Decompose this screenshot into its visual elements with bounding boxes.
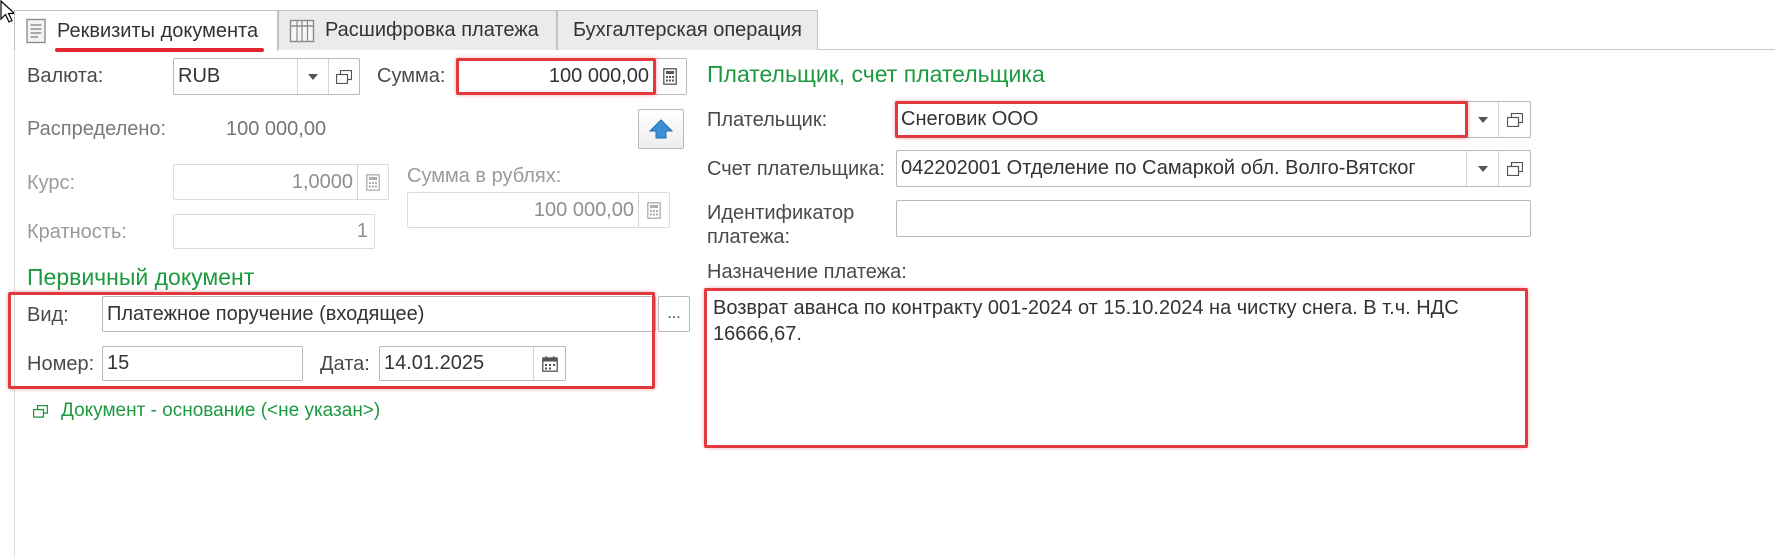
number-value: 15 <box>107 352 130 374</box>
amount-field[interactable]: 100 000,00 <box>456 58 687 95</box>
table-icon <box>289 19 315 43</box>
rate-value: 1,0000 <box>291 170 353 193</box>
amount-label: Сумма: <box>377 65 446 87</box>
payer-account-value: 042202001 Отделение по Самаркой обл. Вол… <box>901 157 1416 179</box>
multiplicity-field[interactable]: 1 <box>173 214 375 249</box>
multiplicity-value: 1 <box>356 220 368 242</box>
tab-accounting-operation[interactable]: Бухгалтерская операция <box>557 10 818 50</box>
number-label: Номер: <box>27 353 95 375</box>
currency-field[interactable]: RUB <box>173 58 360 95</box>
payer-value: Снеговик ООО <box>901 108 1039 130</box>
basis-document-link[interactable]: Документ - основание (<не указан>) <box>33 400 380 422</box>
tab-payment-breakdown[interactable]: Расшифровка платежа <box>278 10 557 50</box>
payer-account-label: Счет плательщика: <box>707 158 885 180</box>
document-kind-field[interactable]: Платежное поручение (входящее) <box>102 296 656 332</box>
primary-document-title: Первичный документ <box>27 264 255 290</box>
open-icon[interactable] <box>329 59 359 94</box>
calculator-icon[interactable] <box>654 59 686 94</box>
rate-label: Курс: <box>27 172 76 194</box>
payment-purpose-text[interactable]: Возврат аванса по контракту 001-2024 от … <box>713 295 1513 435</box>
number-field[interactable]: 15 <box>102 346 303 381</box>
chevron-down-icon[interactable] <box>1467 102 1498 137</box>
date-field[interactable]: 14.01.2025 <box>379 346 566 381</box>
open-icon[interactable] <box>1499 102 1530 137</box>
distributed-value: 100 000,00 <box>226 118 327 140</box>
select-kind-button[interactable]: ... <box>658 296 690 332</box>
payer-label: Плательщик: <box>707 109 828 131</box>
currency-value: RUB <box>178 65 221 87</box>
open-icon[interactable] <box>1499 151 1530 186</box>
payment-identifier-label-line2: платежа: <box>707 226 791 248</box>
arrow-up-icon <box>649 119 673 139</box>
calendar-icon[interactable] <box>534 347 565 380</box>
payer-account-field[interactable]: 042202001 Отделение по Самаркой обл. Вол… <box>896 150 1531 187</box>
calculator-icon[interactable] <box>358 165 388 199</box>
multiplicity-label: Кратность: <box>27 221 127 243</box>
payment-identifier-label-line1: Идентификатор <box>707 202 855 224</box>
tab-payment-breakdown-label: Расшифровка платежа <box>325 19 539 41</box>
payer-section-title: Плательщик, счет плательщика <box>707 61 1045 87</box>
kind-label: Вид: <box>27 304 69 326</box>
amount-value: 100 000,00 <box>548 65 649 87</box>
tab-accounting-operation-label: Бухгалтерская операция <box>573 19 802 41</box>
basis-document-link-text: Документ - основание (<не указан>) <box>61 400 381 421</box>
distribute-button[interactable] <box>638 109 684 149</box>
payment-purpose-label: Назначение платежа: <box>707 261 907 283</box>
ellipsis-icon: ... <box>667 305 681 322</box>
form-left-border <box>14 52 15 557</box>
currency-label: Валюта: <box>27 65 104 87</box>
rate-field[interactable]: 1,0000 <box>173 164 389 200</box>
document-kind-value: Платежное поручение (входящее) <box>107 302 425 325</box>
payment-purpose-field[interactable]: Возврат аванса по контракту 001-2024 от … <box>704 288 1528 448</box>
calculator-icon[interactable] <box>639 193 669 227</box>
active-tab-underline <box>55 47 265 52</box>
chevron-down-icon[interactable] <box>298 59 328 94</box>
open-icon <box>33 404 48 418</box>
distributed-label: Распределено: <box>27 118 167 140</box>
document-icon <box>25 18 47 44</box>
rub-amount-field[interactable]: 100 000,00 <box>407 192 670 228</box>
payer-field[interactable]: Снеговик ООО <box>896 101 1531 138</box>
date-value: 14.01.2025 <box>384 352 485 374</box>
chevron-down-icon[interactable] <box>1467 151 1498 186</box>
date-label: Дата: <box>320 353 370 375</box>
tab-document-details-label: Реквизиты документа <box>57 19 259 42</box>
payment-identifier-field[interactable] <box>896 200 1531 237</box>
tab-document-details[interactable]: Реквизиты документа <box>14 10 278 52</box>
rub-amount-label: Сумма в рублях: <box>407 165 562 187</box>
rub-amount-value: 100 000,00 <box>533 198 634 221</box>
